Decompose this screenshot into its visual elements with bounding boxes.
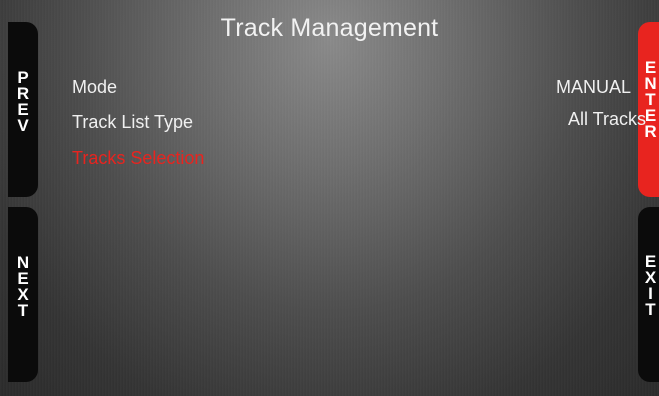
mode-value: MANUAL — [555, 77, 631, 97]
exit-button-label: E X I T — [644, 252, 657, 319]
exit-button[interactable]: E X I T — [638, 207, 659, 382]
track-list-type-value: All Tracks — [567, 109, 646, 129]
next-button-label: N E X T — [16, 253, 30, 320]
page-title: Track Management — [220, 14, 439, 42]
enter-button-label: E N T E R — [644, 58, 657, 141]
menu-item-tracks-selection[interactable]: Tracks Selection — [72, 148, 204, 169]
menu-item-track-list-type[interactable]: Track List Type — [72, 112, 193, 133]
menu-item-mode[interactable]: Mode — [72, 77, 117, 98]
prev-button-label: P R E V — [16, 68, 30, 135]
next-button[interactable]: N E X T — [8, 207, 38, 382]
prev-button[interactable]: P R E V — [8, 22, 38, 197]
track-management-screen: Track Management P R E V N E X T E N T E… — [0, 0, 659, 396]
